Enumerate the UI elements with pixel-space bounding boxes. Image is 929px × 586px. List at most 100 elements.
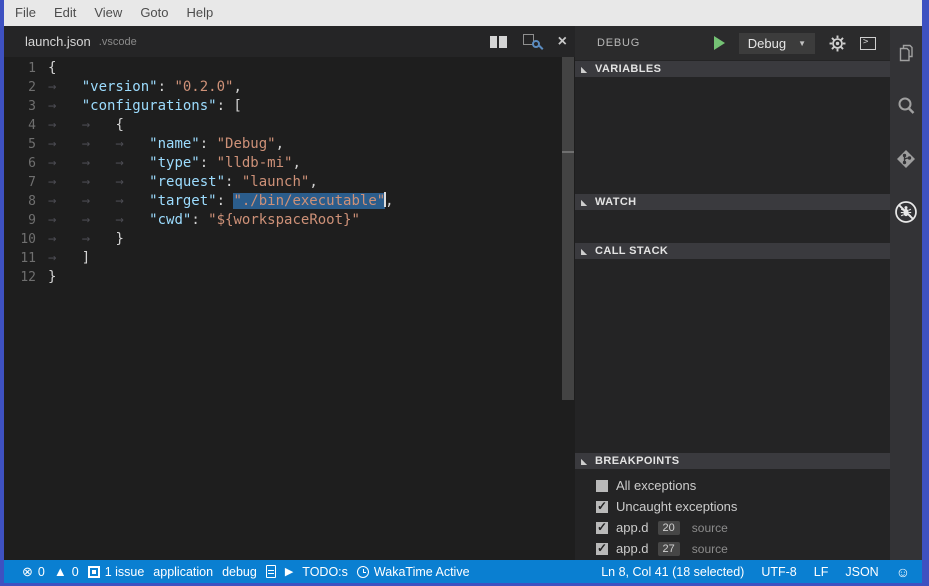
tab-folder-label: .vscode bbox=[99, 36, 137, 48]
menu-goto[interactable]: Goto bbox=[131, 0, 177, 26]
start-debug-icon[interactable] bbox=[714, 36, 725, 50]
code-token: "type" bbox=[149, 155, 200, 171]
code-token: → → bbox=[48, 231, 115, 247]
code-line-content: → ] bbox=[48, 249, 575, 268]
breakpoint-row[interactable]: All exceptions bbox=[575, 475, 890, 496]
checkbox[interactable] bbox=[596, 480, 608, 492]
code-line[interactable]: 10→ → } bbox=[4, 230, 575, 249]
open-preview-icon[interactable] bbox=[523, 34, 542, 50]
section-call-stack[interactable]: ◣ CALL STACK bbox=[575, 242, 890, 259]
cursor-position[interactable]: Ln 8, Col 41 (18 selected) bbox=[601, 565, 744, 579]
section-variables[interactable]: ◣ VARIABLES bbox=[575, 60, 890, 77]
issues-status[interactable]: 1 issue bbox=[88, 565, 145, 579]
code-token: , bbox=[276, 136, 284, 152]
section-watch[interactable]: ◣ WATCH bbox=[575, 193, 890, 210]
code-line[interactable]: 12} bbox=[4, 268, 575, 287]
code-token: { bbox=[115, 117, 123, 133]
files-icon[interactable] bbox=[893, 40, 919, 66]
line-number: 4 bbox=[4, 116, 48, 135]
search-icon[interactable] bbox=[893, 93, 919, 119]
warning-triangle-icon: ▲ bbox=[54, 564, 67, 579]
encoding-indicator[interactable]: UTF-8 bbox=[761, 565, 796, 579]
code-line[interactable]: 11→ ] bbox=[4, 249, 575, 268]
smiley-icon: ☺ bbox=[896, 564, 910, 580]
menu-help[interactable]: Help bbox=[178, 0, 223, 26]
code-line[interactable]: 2→ "version": "0.2.0", bbox=[4, 78, 575, 97]
warning-count[interactable]: ▲ 0 bbox=[54, 564, 79, 579]
code-token: , bbox=[309, 174, 317, 190]
code-token: → → → bbox=[48, 136, 149, 152]
editor-scrollbar[interactable] bbox=[562, 57, 574, 400]
run-status[interactable]: ▶ bbox=[285, 565, 293, 578]
debug-config-dropdown[interactable]: Debug ▼ bbox=[739, 33, 815, 54]
line-number: 5 bbox=[4, 135, 48, 154]
editor-group: launch.json .vscode × 1{2→ "version": "0… bbox=[4, 26, 575, 560]
error-count[interactable]: ⊗ 0 bbox=[22, 564, 45, 580]
todo-status[interactable]: TODO:s bbox=[302, 565, 348, 579]
play-icon: ▶ bbox=[285, 565, 293, 578]
debug-disabled-icon[interactable] bbox=[893, 199, 919, 225]
code-line-content: → → { bbox=[48, 116, 575, 135]
build-mode-status[interactable]: debug bbox=[222, 565, 257, 579]
code-line[interactable]: 5→ → → "name": "Debug", bbox=[4, 135, 575, 154]
debug-panel-title: DEBUG bbox=[597, 37, 640, 49]
code-token: → bbox=[48, 98, 82, 114]
menu-edit[interactable]: Edit bbox=[45, 0, 85, 26]
code-line[interactable]: 6→ → → "type": "lldb-mi", bbox=[4, 154, 575, 173]
code-line[interactable]: 8→ → → "target": "./bin/executable", bbox=[4, 192, 575, 211]
code-token: "launch" bbox=[242, 174, 309, 190]
breakpoint-row[interactable]: app.d 27 source bbox=[575, 538, 890, 559]
code-token: } bbox=[115, 231, 123, 247]
checkbox[interactable] bbox=[596, 501, 608, 513]
code-token: ] bbox=[82, 250, 90, 266]
project-status[interactable]: application bbox=[153, 565, 213, 579]
breakpoint-detail: source bbox=[692, 542, 728, 556]
menu-file[interactable]: File bbox=[6, 0, 45, 26]
gear-icon[interactable] bbox=[829, 35, 846, 52]
code-token: : bbox=[191, 212, 208, 228]
git-icon[interactable] bbox=[893, 146, 919, 172]
issues-label: 1 issue bbox=[105, 565, 145, 579]
code-token: "./bin/executable" bbox=[233, 193, 385, 209]
code-token: : bbox=[200, 136, 217, 152]
split-editor-icon[interactable] bbox=[490, 36, 507, 48]
error-count-value: 0 bbox=[38, 565, 45, 579]
code-line[interactable]: 3→ "configurations": [ bbox=[4, 97, 575, 116]
code-line[interactable]: 9→ → → "cwd": "${workspaceRoot}" bbox=[4, 211, 575, 230]
code-line[interactable]: 1{ bbox=[4, 59, 575, 78]
breakpoint-row[interactable]: app.d 20 source bbox=[575, 517, 890, 538]
code-line-content: → → → "target": "./bin/executable", bbox=[48, 192, 575, 211]
language-mode[interactable]: JSON bbox=[845, 565, 878, 579]
document-status[interactable] bbox=[266, 565, 276, 578]
line-number: 9 bbox=[4, 211, 48, 230]
breakpoint-row[interactable]: Uncaught exceptions bbox=[575, 496, 890, 517]
wakatime-status[interactable]: WakaTime Active bbox=[357, 565, 470, 579]
breakpoint-label: app.d bbox=[616, 520, 649, 535]
issues-icon bbox=[88, 566, 100, 578]
code-line[interactable]: 4→ → { bbox=[4, 116, 575, 135]
build-mode-label: debug bbox=[222, 565, 257, 579]
eol-indicator[interactable]: LF bbox=[814, 565, 829, 579]
line-number: 10 bbox=[4, 230, 48, 249]
checkbox[interactable] bbox=[596, 522, 608, 534]
code-editor[interactable]: 1{2→ "version": "0.2.0",3→ "configuratio… bbox=[4, 57, 575, 560]
code-token: → bbox=[48, 79, 82, 95]
code-token: , bbox=[292, 155, 300, 171]
feedback-smiley[interactable]: ☺ bbox=[896, 564, 910, 580]
line-number: 12 bbox=[4, 268, 48, 287]
tab-launch-json[interactable]: launch.json bbox=[25, 34, 91, 49]
code-line-content: → "configurations": [ bbox=[48, 97, 575, 116]
section-breakpoints[interactable]: ◣ BREAKPOINTS bbox=[575, 452, 890, 469]
code-token: "Debug" bbox=[217, 136, 276, 152]
debug-sidebar: DEBUG Debug ▼ bbox=[575, 26, 890, 560]
encoding-value: UTF-8 bbox=[761, 565, 796, 579]
debug-console-icon[interactable] bbox=[860, 37, 876, 50]
code-line[interactable]: 7→ → → "request": "launch", bbox=[4, 173, 575, 192]
code-token: → → → bbox=[48, 193, 149, 209]
debug-config-value: Debug bbox=[748, 36, 786, 51]
line-number: 6 bbox=[4, 154, 48, 173]
menu-view[interactable]: View bbox=[85, 0, 131, 26]
close-icon[interactable]: × bbox=[558, 35, 567, 49]
checkbox[interactable] bbox=[596, 543, 608, 555]
code-token: : bbox=[225, 174, 242, 190]
